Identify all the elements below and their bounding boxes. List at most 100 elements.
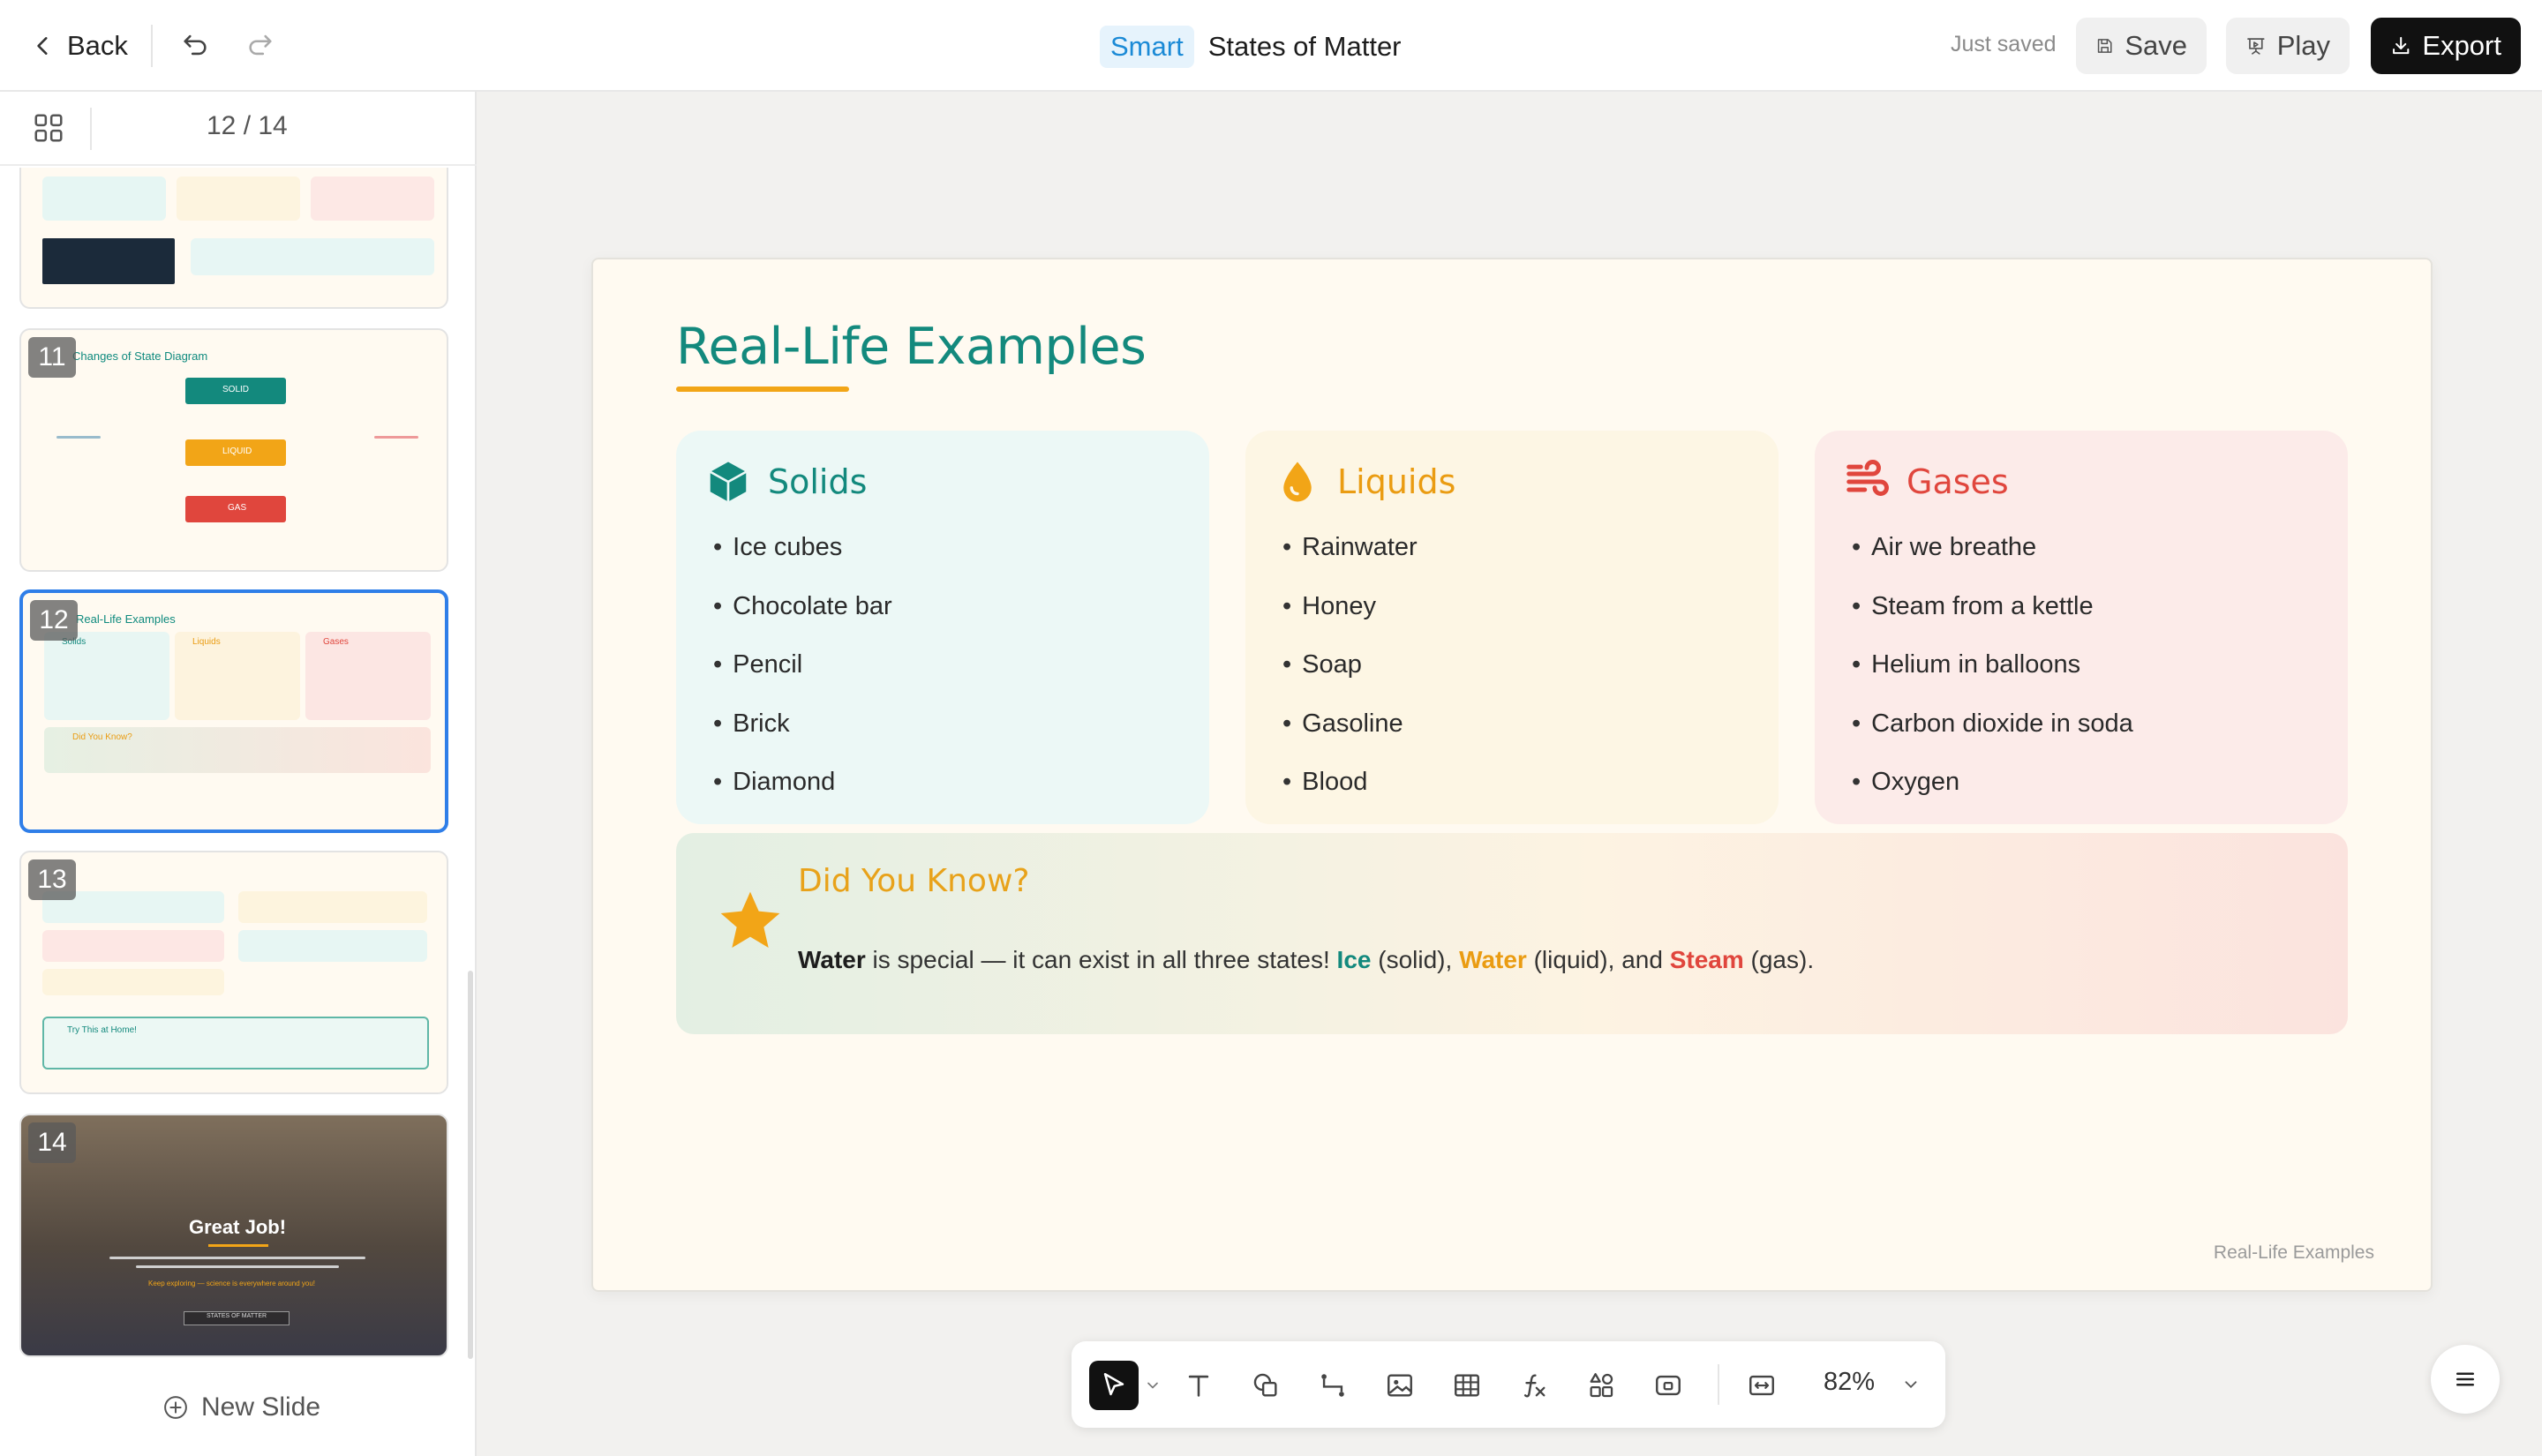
solids-card[interactable]: Solids Ice cubes Chocolate bar Pencil Br…	[676, 431, 1209, 824]
gases-card[interactable]: Gases Air we breathe Steam from a kettle…	[1815, 431, 2348, 824]
did-you-know-text: Water is special — it can exist in all t…	[798, 946, 1814, 974]
slide-title[interactable]: Real-Life Examples	[676, 318, 1147, 376]
undo-icon	[184, 34, 207, 56]
thumb-line	[109, 1257, 365, 1259]
thumb-card	[42, 176, 166, 221]
menu-button[interactable]	[2431, 1345, 2500, 1414]
highlight-word: Steam	[1669, 946, 1744, 973]
solids-title: Solids	[768, 462, 868, 501]
text-segment: is special — it can exist in all three s…	[865, 946, 1337, 973]
list-item: Diamond	[713, 764, 892, 823]
thumb-label: Try This at Home!	[67, 1025, 137, 1035]
shape-tool[interactable]	[1241, 1361, 1290, 1410]
components-tool[interactable]	[1576, 1361, 1626, 1410]
zoom-level[interactable]: 82%	[1824, 1368, 1875, 1397]
gases-list: Air we breathe Steam from a kettle Heliu…	[1852, 529, 2133, 823]
menu-icon	[2456, 1372, 2474, 1386]
page-counter: 12 / 14	[207, 111, 288, 140]
thumb-label: SOLID	[222, 385, 250, 394]
formula-tool[interactable]	[1509, 1361, 1559, 1410]
fit-tool[interactable]	[1737, 1361, 1786, 1410]
thumb-label: Did You Know?	[72, 732, 132, 742]
highlight-word: Water	[798, 946, 866, 973]
sidebar-scrollbar[interactable]	[468, 971, 473, 1359]
star-icon	[720, 891, 780, 948]
sidebar-header: 12 / 14	[0, 92, 477, 166]
slide-thumbnail-14[interactable]: Great Job! Keep exploring — science is e…	[19, 1114, 448, 1357]
title-underline	[676, 387, 849, 392]
cube-icon	[710, 462, 747, 502]
download-icon	[2393, 36, 2410, 55]
export-button[interactable]: Export	[2371, 18, 2521, 74]
divider	[1718, 1364, 1719, 1405]
export-label: Export	[2422, 30, 2501, 61]
thumb-card	[191, 238, 434, 275]
gases-header: Gases	[1843, 455, 2009, 508]
thumb-number: 12	[30, 600, 78, 641]
list-item: Helium in balloons	[1852, 647, 2133, 706]
select-tool[interactable]	[1089, 1361, 1139, 1410]
liquids-card[interactable]: Liquids Rainwater Honey Soap Gasoline Bl…	[1245, 431, 1779, 824]
play-button[interactable]: Play	[2226, 18, 2350, 74]
thumb-underline	[208, 1244, 268, 1247]
table-tool[interactable]	[1442, 1361, 1492, 1410]
solids-list: Ice cubes Chocolate bar Pencil Brick Dia…	[713, 529, 892, 823]
slides-sidebar: 12 / 14 Changes of State Diagram SOLID L…	[0, 92, 477, 1456]
list-item: Chocolate bar	[713, 589, 892, 648]
slide-thumbnail-10[interactable]	[19, 168, 448, 309]
text-segment: (gas).	[1743, 946, 1815, 973]
slide-thumbnail-11[interactable]: Changes of State Diagram SOLID LIQUID GA…	[19, 328, 448, 572]
save-status: Just saved	[1951, 32, 2057, 56]
media-tool[interactable]	[1643, 1361, 1693, 1410]
thumb-card	[42, 930, 224, 962]
table-icon	[1455, 1374, 1479, 1397]
chevron-down-icon[interactable]	[1901, 1375, 1921, 1394]
thumb-title: Changes of State Diagram	[72, 349, 208, 363]
slide-footer: Real-Life Examples	[2213, 1242, 2374, 1263]
liquids-header: Liquids	[1274, 455, 1455, 508]
presentation-icon	[2247, 38, 2265, 55]
components-icon	[1590, 1373, 1613, 1398]
thumb-number: 13	[28, 859, 76, 900]
image-tool[interactable]	[1375, 1361, 1425, 1410]
formula-icon	[1523, 1374, 1546, 1398]
thumb-line	[56, 436, 101, 439]
thumb-card	[42, 1017, 429, 1069]
thumb-title: Real-Life Examples	[76, 612, 176, 626]
thumb-card	[311, 176, 434, 221]
new-slide-button[interactable]: New Slide	[162, 1392, 320, 1422]
liquids-title: Liquids	[1337, 462, 1456, 501]
slide-thumbnail-12[interactable]: Real-Life Examples Solids Liquids Gases …	[19, 589, 448, 833]
thumb-button-label: STATES OF MATTER	[207, 1313, 267, 1319]
smart-badge[interactable]: Smart	[1100, 26, 1194, 68]
thumb-number: 14	[28, 1122, 76, 1163]
list-item: Oxygen	[1852, 764, 2133, 823]
slide-canvas[interactable]: Real-Life Examples Solids Ice cubes Choc…	[591, 258, 2433, 1292]
text-tool[interactable]	[1174, 1361, 1223, 1410]
redo-button[interactable]	[238, 23, 282, 67]
connector-tool[interactable]	[1308, 1361, 1357, 1410]
thumb-label: Gases	[323, 637, 349, 647]
chevron-down-icon[interactable]	[1144, 1377, 1162, 1394]
list-item: Pencil	[713, 647, 892, 706]
save-button[interactable]: Save	[2076, 18, 2207, 74]
grid-view-icon[interactable]	[32, 111, 65, 145]
fit-screen-icon	[1749, 1375, 1774, 1396]
back-label: Back	[67, 30, 128, 61]
highlight-word: Water	[1459, 946, 1527, 973]
document-title[interactable]: States of Matter	[1208, 31, 1402, 63]
thumb-title: Great Job!	[189, 1216, 287, 1238]
text-segment: (liquid), and	[1526, 946, 1670, 973]
divider	[151, 25, 153, 67]
undo-button[interactable]	[173, 23, 217, 67]
list-item: Steam from a kettle	[1852, 589, 2133, 648]
back-button[interactable]: Back	[32, 21, 128, 71]
list-item: Blood	[1282, 764, 1418, 823]
thumb-number: 11	[28, 337, 76, 378]
shapes-icon	[1253, 1373, 1277, 1397]
save-icon	[2097, 39, 2112, 53]
did-you-know-box[interactable]: Did You Know? Water is special — it can …	[676, 833, 2348, 1034]
plus-circle-icon	[164, 1396, 187, 1419]
chevron-left-icon	[37, 37, 48, 55]
slide-thumbnail-13[interactable]: Try This at Home!	[19, 851, 448, 1094]
